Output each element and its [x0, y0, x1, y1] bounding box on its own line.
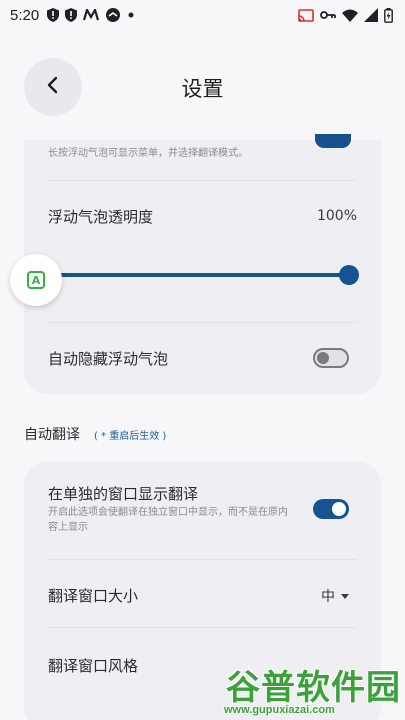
opacity-label: 浮动气泡透明度	[48, 208, 154, 226]
dashboard-icon	[105, 7, 121, 23]
site-watermark: 谷普软件园 www.gupuxiazai.com	[220, 660, 405, 720]
opacity-value: 100%	[316, 208, 357, 224]
separate-window-description: 开启此选项会使翻译在独立窗口中显示，而不是在原内容上显示	[48, 507, 288, 533]
long-press-description: 长按浮动气泡可显示菜单，并选择翻译模式。	[48, 148, 248, 159]
m-logo-icon	[83, 9, 100, 21]
dot-icon	[127, 11, 135, 19]
window-size-label: 翻译窗口大小	[48, 587, 139, 605]
wifi-icon	[342, 9, 358, 22]
divider	[48, 180, 357, 181]
divider	[48, 322, 357, 323]
opacity-slider-track[interactable]	[59, 273, 349, 277]
shield-alert-icon	[65, 8, 78, 22]
section-note: ( * 重启后生效 )	[94, 431, 167, 442]
status-right-icons	[298, 7, 393, 23]
signal-icon	[364, 8, 378, 22]
autohide-label: 自动隐藏浮动气泡	[48, 350, 169, 368]
window-size-dropdown[interactable]: 中	[321, 586, 349, 606]
autohide-toggle[interactable]	[313, 348, 349, 368]
battery-icon	[384, 7, 393, 23]
watermark-text: 谷普软件园	[226, 668, 401, 708]
cast-icon	[298, 8, 314, 22]
shield-alert-icon	[47, 8, 60, 22]
status-time: 5:20	[10, 6, 40, 24]
divider	[48, 627, 357, 628]
long-press-toggle[interactable]	[315, 134, 351, 148]
separate-window-toggle[interactable]	[313, 499, 349, 519]
window-size-value: 中	[321, 589, 335, 605]
separate-window-label: 在单独的窗口显示翻译	[48, 485, 199, 503]
toggle-knob	[317, 352, 329, 364]
watermark-url: www.gupuxiazai.com	[224, 704, 335, 716]
opacity-slider-thumb[interactable]	[339, 265, 359, 285]
vpn-key-icon	[320, 10, 336, 20]
app-header: 设置	[0, 58, 405, 120]
status-left-icons	[47, 7, 135, 23]
window-style-label: 翻译窗口风格	[48, 657, 139, 675]
status-bar: 5:20	[0, 0, 405, 30]
toggle-knob	[332, 502, 346, 516]
floating-translate-bubble[interactable]: A	[10, 254, 62, 306]
floating-bubble-settings-card: 长按浮动气泡可显示菜单，并选择翻译模式。 浮动气泡透明度 100% 自动隐藏浮动…	[24, 134, 381, 394]
caret-down-icon	[341, 593, 349, 599]
divider	[48, 559, 357, 560]
page-title: 设置	[181, 77, 224, 101]
section-title: 自动翻译	[24, 427, 80, 443]
translate-a-icon: A	[27, 271, 45, 289]
